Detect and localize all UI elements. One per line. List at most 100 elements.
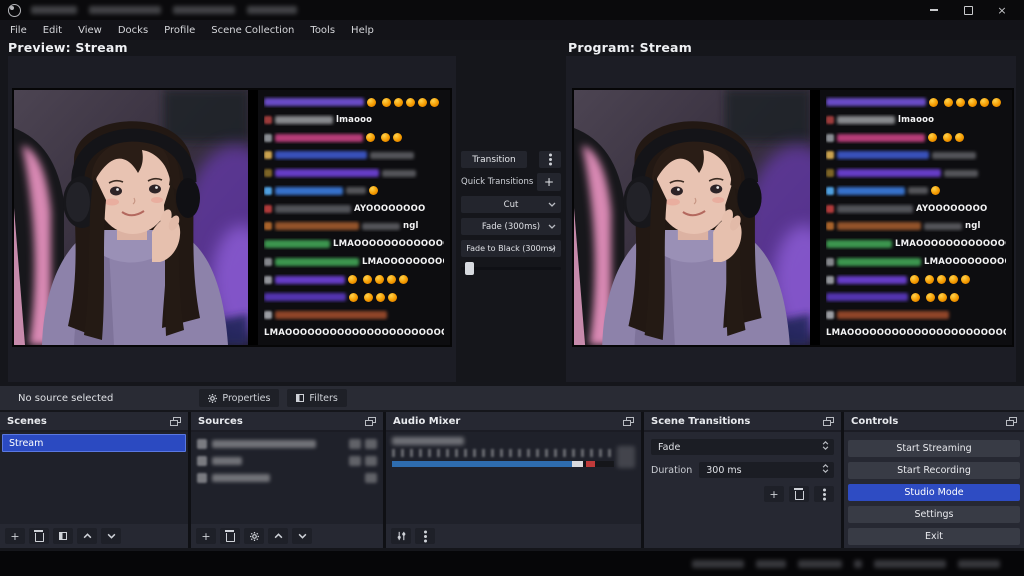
transition-properties-button[interactable] [814, 486, 834, 502]
move-scene-down-button[interactable] [101, 528, 121, 544]
chevron-down-icon [298, 533, 306, 539]
audio-mixer-title: Audio Mixer [393, 415, 461, 427]
chat-username-blurred [275, 133, 363, 142]
webcam-source [574, 90, 810, 345]
filters-button[interactable]: Filters [287, 389, 347, 407]
kebab-icon [548, 158, 552, 161]
transition-select[interactable]: Cut [461, 196, 561, 213]
preview-panel: lmaooo AYOOOOOOOO ngl LMAOOOOOOOOOOOO LM… [8, 56, 456, 382]
t-bar-handle[interactable] [465, 262, 474, 275]
move-source-down-button[interactable] [292, 528, 312, 544]
scene-item[interactable]: Stream [2, 434, 186, 452]
kebab-icon [822, 492, 826, 496]
chat-message [826, 167, 1006, 179]
audio-mixer-toolbar [386, 524, 641, 548]
source-visibility-icon-blurred[interactable] [365, 438, 377, 449]
transition-t-bar[interactable] [461, 262, 561, 275]
source-item[interactable] [191, 435, 383, 452]
controls-dock: Controls Start Streaming Start Recording S… [844, 412, 1024, 548]
studio-mode-transition-controls: Transition Quick Transitions + Cut Fade … [461, 151, 561, 275]
chat-badge [826, 186, 834, 195]
chat-username-blurred [837, 169, 941, 178]
laughing-emoji-icon [992, 97, 1001, 107]
move-scene-up-button[interactable] [77, 528, 97, 544]
laughing-emoji-icon [980, 97, 989, 107]
menu-item[interactable]: Edit [35, 20, 70, 40]
menu-item[interactable]: Profile [156, 20, 203, 40]
controls-dock-header: Controls [844, 412, 1024, 432]
properties-button[interactable]: Properties [199, 389, 280, 407]
laughing-emoji-icon [968, 97, 977, 107]
program-video[interactable]: lmaooo AYOOOOOOOO ngl LMAOOOOOOOOOOOO LM… [574, 90, 1012, 345]
menu-item[interactable]: Tools [302, 20, 343, 40]
chat-username-blurred [837, 257, 921, 266]
chat-username-blurred [837, 115, 895, 124]
mixer-menu-button[interactable] [415, 528, 435, 544]
chat-text-blurred [924, 222, 962, 230]
obs-window: × File Edit View Docks Profile Scene Collecti… [0, 0, 1024, 576]
volume-control-blurred[interactable] [617, 446, 635, 468]
control-button[interactable]: Start Streaming [848, 440, 1020, 457]
source-properties-button[interactable] [244, 528, 264, 544]
scene-filters-button[interactable] [53, 528, 73, 544]
transition-button[interactable]: Transition [461, 151, 527, 168]
sources-dock-header: Sources [191, 412, 383, 432]
chat-text-blurred [346, 187, 366, 195]
remove-source-button[interactable] [220, 528, 240, 544]
add-source-button[interactable]: + [196, 528, 216, 544]
sources-title: Sources [198, 415, 243, 427]
remove-transition-button[interactable] [789, 486, 809, 502]
add-quick-transition-button[interactable]: + [537, 173, 561, 191]
source-visibility-icon-blurred[interactable] [349, 455, 361, 466]
menu-item[interactable]: File [2, 20, 35, 40]
close-button[interactable]: × [996, 4, 1008, 17]
add-transition-button[interactable]: + [764, 486, 784, 502]
control-button[interactable]: Settings [848, 506, 1020, 523]
source-visibility-icon-blurred[interactable] [365, 455, 377, 466]
remove-scene-button[interactable] [29, 528, 49, 544]
kebab-icon [423, 534, 427, 538]
laughing-emoji-icon [931, 186, 940, 196]
laughing-emoji-icon [950, 292, 959, 302]
menu-item[interactable]: Docks [110, 20, 156, 40]
duration-spinbox[interactable]: 300 ms [699, 462, 834, 478]
advanced-audio-button[interactable] [391, 528, 411, 544]
quick-transition-2[interactable]: Fade to Black (300ms) [461, 240, 561, 257]
laughing-emoji-icon [956, 97, 965, 107]
chevron-up-icon [274, 533, 282, 539]
source-name-blurred [212, 439, 316, 448]
controls-title: Controls [851, 415, 899, 427]
laughing-emoji-icon [938, 292, 947, 302]
laughing-emoji-icon [949, 275, 958, 285]
source-item[interactable] [191, 452, 383, 469]
source-visibility-icon-blurred[interactable] [365, 472, 377, 483]
move-source-up-button[interactable] [268, 528, 288, 544]
menu-item[interactable]: View [70, 20, 110, 40]
quick-transition-1[interactable]: Fade (300ms) [461, 218, 561, 235]
laughing-emoji-icon [394, 97, 403, 107]
control-button[interactable]: Studio Mode [848, 484, 1020, 501]
chat-badge [826, 257, 834, 266]
source-visibility-icon-blurred[interactable] [349, 438, 361, 449]
source-name-blurred [212, 456, 242, 465]
scene-transitions-title: Scene Transitions [651, 415, 751, 427]
menu-item[interactable]: Help [343, 20, 382, 40]
chat-username-blurred [275, 222, 359, 231]
transition-type-select[interactable]: Fade [651, 439, 834, 455]
minimize-button[interactable] [928, 4, 940, 16]
source-item[interactable] [191, 469, 383, 486]
chat-username-blurred [275, 204, 351, 213]
maximize-button[interactable] [962, 4, 974, 16]
redacted-text-block [31, 6, 77, 14]
chat-message: LMAOOOOOOOOOOOOOOOOOOOOOOOOOO [826, 327, 1006, 339]
transition-menu-button[interactable] [539, 151, 561, 168]
menu-item[interactable]: Scene Collection [203, 20, 302, 40]
preview-video[interactable]: lmaooo AYOOOOOOOO ngl LMAOOOOOOOOOOOO LM… [14, 90, 450, 345]
spinbox-arrows[interactable] [822, 464, 829, 473]
add-scene-button[interactable]: + [5, 528, 25, 544]
control-button[interactable]: Exit [848, 528, 1020, 545]
chat-badge [826, 133, 834, 142]
chat-message [264, 185, 444, 197]
chat-badge [264, 151, 272, 160]
control-button[interactable]: Start Recording [848, 462, 1020, 479]
